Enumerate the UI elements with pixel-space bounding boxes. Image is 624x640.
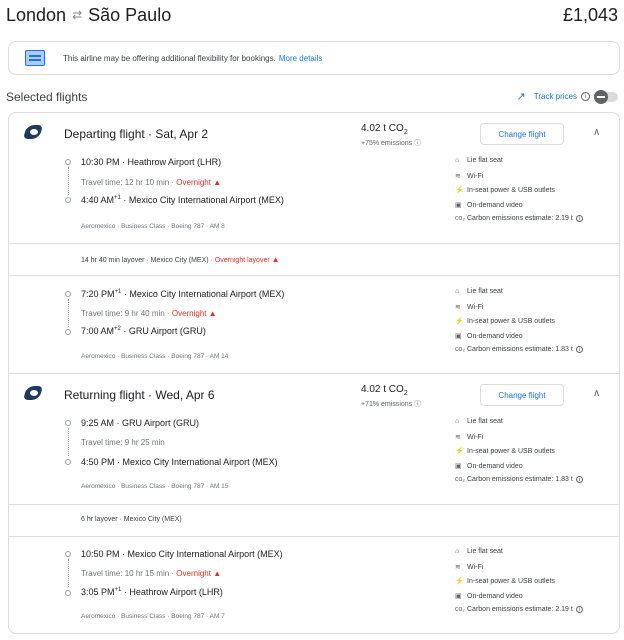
warning-icon: ▲ [213,569,222,578]
flight-meta: Aeromexico · Business Class · Boeing 787… [81,613,225,620]
power-icon: ⚡ [455,448,464,455]
info-icon[interactable]: i [581,92,590,101]
emissions-delta: +71% emissions ⓘ [361,401,422,408]
video-icon: ▣ [455,332,462,340]
aeromexico-logo-icon [23,123,45,143]
flight-meta: Aeromexico · Business Class · Boeing 787… [81,483,229,490]
video-icon: ▣ [455,462,462,470]
departure-dot [65,420,71,426]
chevron-up-icon[interactable]: ∧ [593,127,600,138]
power-icon: ⚡ [455,187,464,194]
selected-flights-heading: Selected flights [6,90,88,104]
info-icon: ⓘ [414,401,422,408]
power-icon: ⚡ [455,318,464,325]
info-icon: i [575,476,583,483]
co2-icon: co₂ [455,346,466,353]
info-icon: i [575,606,583,613]
info-icon: i [575,215,583,222]
flight-meta: Aeromexico · Business Class · Boeing 787… [81,223,225,230]
returning-title: Returning flight · Wed, Apr 6 [64,388,215,402]
arrival-time: 7:00 AM+2 · GRU Airport (GRU) [81,326,206,336]
seat-icon: ⌂ [455,288,460,295]
departing-flight-card: Departing flight · Sat, Apr 2 4.02 t CO2… [8,112,620,374]
swap-arrows-icon: ⇄ [72,8,83,22]
amenities-list: ⌂ Lie flat seat ≋ Wi-Fi ⚡ In-seat power & U… [455,418,583,491]
layover-info: 14 hr 40 min layover · Mexico City (MEX)… [81,255,280,264]
more-details-link[interactable]: More details [279,54,323,63]
divider [9,243,619,244]
seat-icon: ⌂ [455,548,460,555]
amenities-list: ⌂ Lie flat seat ≋ Wi-Fi ⚡ In-seat power & U… [455,288,583,361]
wifi-icon: ≋ [455,563,461,571]
wifi-icon: ≋ [455,303,461,311]
info-icon: ⓘ [414,140,422,147]
departure-time: 10:30 PM · Heathrow Airport (LHR) [81,157,222,167]
travel-time: Travel time: 10 hr 15 min · Overnight ▲ [81,569,222,578]
departure-dot [65,551,71,557]
returning-flight-card: Returning flight · Wed, Apr 6 4.02 t CO2… [8,373,620,634]
route-line [68,559,69,587]
co2-icon: co₂ [455,215,466,222]
departing-title: Departing flight · Sat, Apr 2 [64,127,209,141]
change-flight-button[interactable]: Change flight [480,123,564,145]
divider [9,504,619,505]
warning-icon: ▲ [271,255,280,264]
co2-total: 4.02 t CO2 [361,384,408,397]
chevron-up-icon[interactable]: ∧ [593,388,600,399]
flight-meta: Aeromexico · Business Class · Boeing 787… [81,353,229,360]
arrival-time: 4:50 PM · Mexico City International Airp… [81,457,278,467]
wifi-icon: ≋ [455,172,461,180]
route-line [68,167,69,195]
arrival-dot [65,459,71,465]
amenities-list: ⌂ Lie flat seat ≋ Wi-Fi ⚡ In-seat power & U… [455,548,583,621]
divider [9,275,619,276]
trip-header: London ⇄ São Paulo £1,043 [6,2,618,28]
travel-time: Travel time: 9 hr 25 min [81,438,165,447]
video-icon: ▣ [455,201,462,209]
change-flight-button[interactable]: Change flight [480,384,564,406]
warning-icon: ▲ [208,309,217,318]
origin-city: London [6,4,67,25]
video-icon: ▣ [455,592,462,600]
amenities-list: ⌂ Lie flat seat ≋ Wi-Fi ⚡ In-seat power & U… [455,157,583,230]
departure-time: 10:50 PM · Mexico City International Air… [81,549,283,559]
info-icon: i [575,346,583,353]
arrival-time: 3:05 PM+1 · Heathrow Airport (LHR) [81,587,223,597]
departure-dot [65,291,71,297]
trending-icon: ↗ [516,91,526,103]
aeromexico-logo-icon [23,384,45,404]
route-line [68,428,69,456]
seat-icon: ⌂ [455,157,460,164]
travel-time: Travel time: 12 hr 10 min · Overnight ▲ [81,178,222,187]
destination-city: São Paulo [88,4,172,25]
arrival-time: 4:40 AM+1 · Mexico City International Ai… [81,195,284,205]
arrival-dot [65,197,71,203]
divider [9,536,619,537]
power-icon: ⚡ [455,578,464,585]
seat-icon: ⌂ [455,418,460,425]
co2-icon: co₂ [455,606,466,613]
arrival-dot [65,329,71,335]
wifi-icon: ≋ [455,433,461,441]
layover-info: 6 hr layover · Mexico City (MEX) [81,516,182,523]
banner-text: This airline may be offering additional … [63,53,276,63]
track-prices-label[interactable]: Track prices [534,92,577,101]
track-prices[interactable]: ↗ Track prices i [516,89,618,104]
route-line [68,299,69,327]
departure-time: 7:20 PM+1 · Mexico City International Ai… [81,289,285,299]
total-price: £1,043 [562,4,618,25]
returning-header[interactable]: Returning flight · Wed, Apr 6 4.02 t CO2… [9,374,619,420]
departing-header[interactable]: Departing flight · Sat, Apr 2 4.02 t CO2… [9,113,619,159]
departure-time: 9:25 AM · GRU Airport (GRU) [81,418,200,428]
calendar-flex-icon [25,50,45,66]
travel-time: Travel time: 9 hr 40 min · Overnight ▲ [81,309,217,318]
co2-icon: co₂ [455,476,466,483]
departure-dot [65,159,71,165]
track-prices-toggle[interactable] [594,89,618,104]
flexibility-banner: This airline may be offering additional … [8,41,620,75]
warning-icon: ▲ [213,178,222,187]
arrival-dot [65,590,71,596]
co2-total: 4.02 t CO2 [361,123,408,136]
emissions-delta: +75% emissions ⓘ [361,140,422,147]
